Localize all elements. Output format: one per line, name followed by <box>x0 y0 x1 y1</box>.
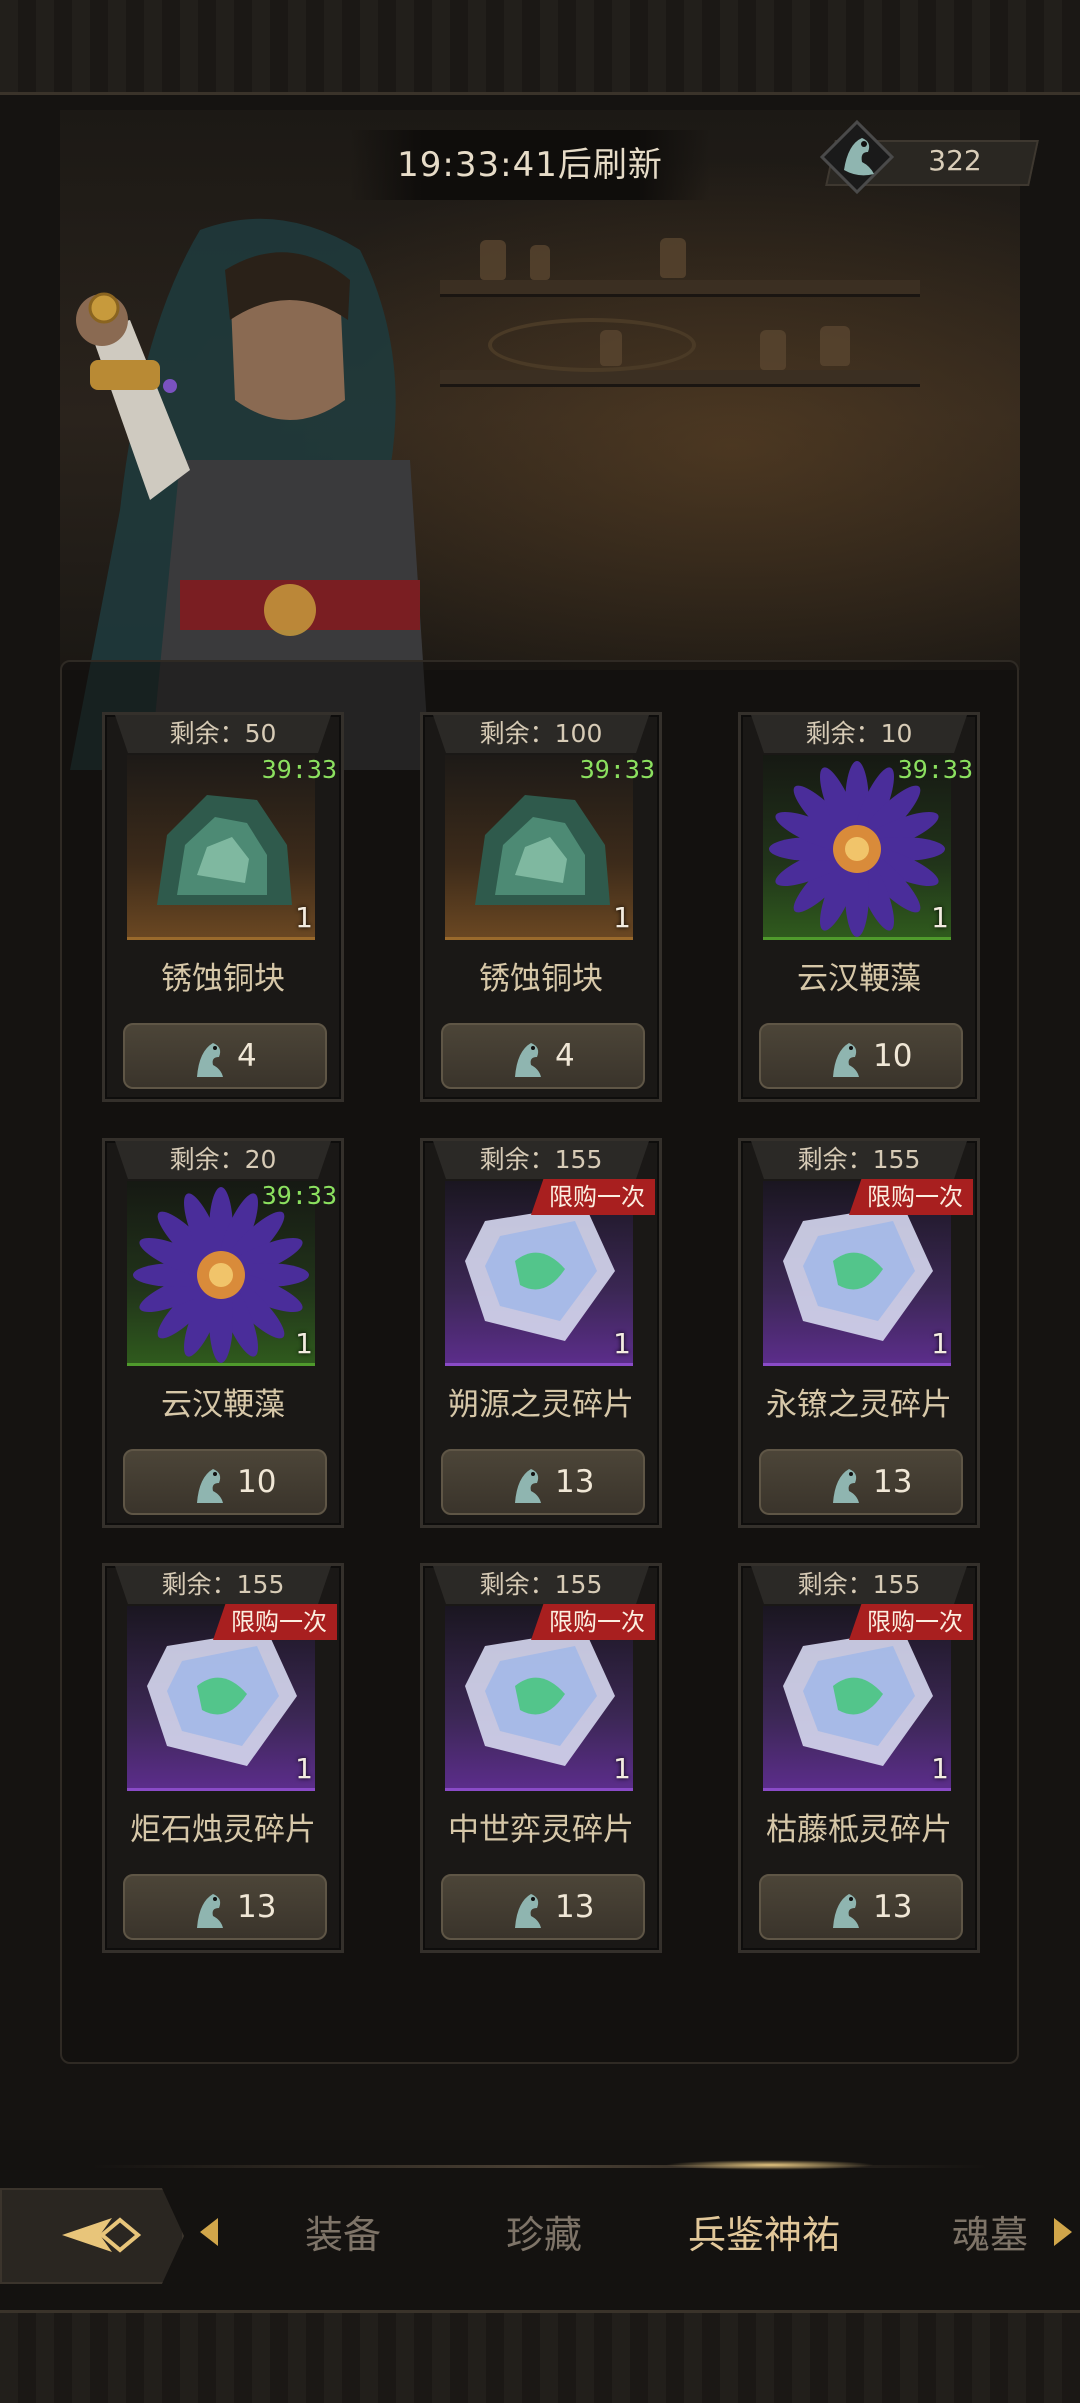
spirit-crystal-icon <box>763 1630 951 1788</box>
purple-flower-icon <box>127 1187 315 1363</box>
dragon-emblem-icon <box>187 1884 231 1932</box>
active-tab-glow <box>665 2160 875 2170</box>
dragon-emblem-icon <box>823 1033 867 1081</box>
buy-button[interactable]: 10 <box>123 1449 327 1515</box>
item-quantity: 1 <box>613 901 631 934</box>
spirit-crystal-icon <box>763 1205 951 1363</box>
copper-ore-icon <box>127 795 315 937</box>
item-name: 云汉鞕藻 <box>797 961 921 997</box>
tab-collection[interactable]: 珍藏 <box>506 2200 582 2270</box>
item-name: 朔源之灵碎片 <box>448 1387 634 1423</box>
remaining-stock: 剩余：155 <box>115 1566 331 1604</box>
dragon-emblem-icon <box>187 1033 231 1081</box>
buy-button[interactable]: 13 <box>441 1449 645 1515</box>
item-price: 4 <box>237 1038 257 1074</box>
item-quantity: 1 <box>931 901 949 934</box>
item-price: 13 <box>873 1464 913 1500</box>
buy-button[interactable]: 13 <box>759 1449 963 1515</box>
tabs-scroll-right-icon[interactable] <box>1054 2218 1072 2246</box>
item-price: 13 <box>555 1464 595 1500</box>
limit-once-badge: 限购一次 <box>531 1604 655 1640</box>
item-name: 炬石烛灵碎片 <box>130 1812 316 1848</box>
shop-item-card[interactable]: 剩余：155 限购一次 1 永镣之灵碎片 13 <box>738 1138 980 1528</box>
dragon-emblem-icon <box>505 1033 549 1081</box>
item-timer: 39:33 <box>897 755 973 784</box>
buy-button[interactable]: 13 <box>441 1874 645 1940</box>
top-ornament-frame <box>0 0 1080 95</box>
buy-button[interactable]: 10 <box>759 1023 963 1089</box>
spirit-crystal-icon <box>445 1630 633 1788</box>
spirit-crystal-icon <box>127 1630 315 1788</box>
buy-button[interactable]: 13 <box>123 1874 327 1940</box>
item-quantity: 1 <box>613 1752 631 1785</box>
item-timer: 39:33 <box>261 755 337 784</box>
copper-ore-icon <box>445 795 633 937</box>
remaining-stock: 剩余：155 <box>751 1566 967 1604</box>
dragon-emblem-icon <box>187 1459 231 1507</box>
item-name: 枯藤柢灵碎片 <box>766 1812 952 1848</box>
shop-item-card[interactable]: 剩余：20 39:33 1 云汉鞕藻 10 <box>102 1138 344 1528</box>
remaining-stock: 剩余：155 <box>751 1141 967 1179</box>
item-quantity: 1 <box>295 901 313 934</box>
item-timer: 39:33 <box>579 755 655 784</box>
item-quantity: 1 <box>931 1327 949 1360</box>
dragon-emblem-icon <box>505 1459 549 1507</box>
shop-item-card[interactable]: 剩余：155 限购一次 1 枯藤柢灵碎片 13 <box>738 1563 980 1953</box>
shop-item-card[interactable]: 剩余：100 39:33 1 锈蚀铜块 4 <box>420 712 662 1102</box>
item-quantity: 1 <box>295 1752 313 1785</box>
buy-button[interactable]: 4 <box>123 1023 327 1089</box>
item-quantity: 1 <box>931 1752 949 1785</box>
item-name: 锈蚀铜块 <box>161 961 285 997</box>
item-name: 永镣之灵碎片 <box>766 1387 952 1423</box>
shop-item-card[interactable]: 剩余：155 限购一次 1 朔源之灵碎片 13 <box>420 1138 662 1528</box>
item-price: 4 <box>555 1038 575 1074</box>
remaining-stock: 剩余：155 <box>433 1141 649 1179</box>
item-name: 云汉鞕藻 <box>161 1387 285 1423</box>
tab-weapon-blessing[interactable]: 兵鉴神祐 <box>688 2200 840 2270</box>
limit-once-badge: 限购一次 <box>849 1604 973 1640</box>
item-quantity: 1 <box>295 1327 313 1360</box>
tabs-scroll-left-icon[interactable] <box>200 2218 218 2246</box>
tab-soul-tomb[interactable]: 魂墓 <box>952 2200 1028 2270</box>
refresh-countdown: 19:33:41后刷新 <box>350 130 710 200</box>
item-price: 13 <box>555 1889 595 1925</box>
shop-item-card[interactable]: 剩余：50 39:33 1 锈蚀铜块 4 <box>102 712 344 1102</box>
limit-once-badge: 限购一次 <box>213 1604 337 1640</box>
back-arrow-icon <box>62 2217 142 2253</box>
remaining-stock: 剩余：50 <box>115 715 331 753</box>
shop-item-card[interactable]: 剩余：155 限购一次 1 炬石烛灵碎片 13 <box>102 1563 344 1953</box>
item-price: 10 <box>237 1464 277 1500</box>
item-quantity: 1 <box>613 1327 631 1360</box>
purple-flower-icon <box>763 761 951 937</box>
item-name: 锈蚀铜块 <box>479 961 603 997</box>
item-price: 13 <box>873 1889 913 1925</box>
dragon-emblem-icon <box>823 1459 867 1507</box>
limit-once-badge: 限购一次 <box>531 1179 655 1215</box>
item-price: 13 <box>237 1889 277 1925</box>
shop-item-card[interactable]: 剩余：10 39:33 1 云汉鞕藻 10 <box>738 712 980 1102</box>
currency-amount: 322 <box>928 144 982 177</box>
item-timer: 39:33 <box>261 1181 337 1210</box>
item-price: 10 <box>873 1038 913 1074</box>
spirit-crystal-icon <box>445 1205 633 1363</box>
item-name: 中世弈灵碎片 <box>448 1812 634 1848</box>
back-button[interactable] <box>0 2188 184 2284</box>
buy-button[interactable]: 4 <box>441 1023 645 1089</box>
bottom-ornament-frame <box>0 2310 1080 2403</box>
buy-button[interactable]: 13 <box>759 1874 963 1940</box>
remaining-stock: 剩余：10 <box>751 715 967 753</box>
remaining-stock: 剩余：155 <box>433 1566 649 1604</box>
tab-equipment[interactable]: 装备 <box>305 2200 381 2270</box>
remaining-stock: 剩余：20 <box>115 1141 331 1179</box>
dragon-emblem-icon <box>823 1884 867 1932</box>
remaining-stock: 剩余：100 <box>433 715 649 753</box>
dragon-emblem-icon <box>505 1884 549 1932</box>
dragon-emblem-icon <box>819 119 895 195</box>
shop-item-card[interactable]: 剩余：155 限购一次 1 中世弈灵碎片 13 <box>420 1563 662 1953</box>
limit-once-badge: 限购一次 <box>849 1179 973 1215</box>
